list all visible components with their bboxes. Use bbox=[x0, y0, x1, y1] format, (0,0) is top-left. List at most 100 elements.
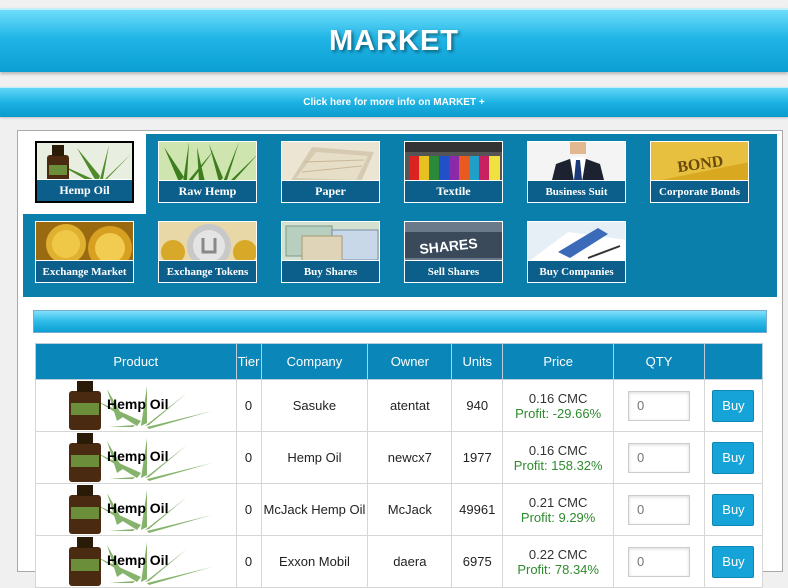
tier-cell: 0 bbox=[235, 535, 262, 588]
category-grid: Hemp Oil Raw Hemp Paper Textile Business… bbox=[23, 134, 777, 297]
price-cell: 0.16 CMC Profit: -29.66% bbox=[502, 379, 615, 432]
col-price: Price bbox=[502, 343, 615, 380]
table-row: Hemp Oil 0 McJack Hemp Oil McJack 49961 0.21 … bbox=[35, 483, 764, 536]
qty-cell bbox=[613, 431, 705, 484]
buy-button[interactable]: Buy bbox=[712, 441, 755, 474]
profit-value: Profit: -29.66% bbox=[515, 405, 602, 421]
category-corporate-bonds[interactable]: BOND Corporate Bonds bbox=[638, 134, 761, 214]
category-tile[interactable]: Business Suit bbox=[527, 141, 626, 203]
category-label: Hemp Oil bbox=[37, 179, 132, 201]
category-label: Corporate Bonds bbox=[651, 180, 748, 202]
category-tile[interactable]: Paper bbox=[281, 141, 380, 203]
category-buy-companies[interactable]: Buy Companies bbox=[515, 214, 638, 294]
product-cell: Hemp Oil bbox=[35, 483, 237, 536]
action-cell: Buy bbox=[703, 483, 764, 536]
info-bar: Click here for more info on MARKET + bbox=[0, 87, 788, 117]
col-tier: Tier bbox=[235, 343, 262, 380]
company-cell: Exxon Mobil bbox=[260, 535, 369, 588]
qty-cell bbox=[613, 483, 705, 536]
category-tile[interactable]: Exchange Market bbox=[35, 221, 134, 283]
action-cell: Buy bbox=[703, 535, 764, 588]
category-label: Exchange Market bbox=[36, 260, 133, 282]
category-tile[interactable]: Buy Companies bbox=[527, 221, 626, 283]
qty-input[interactable] bbox=[628, 494, 691, 525]
units-cell: 940 bbox=[451, 379, 504, 432]
tier-cell: 0 bbox=[235, 483, 262, 536]
price-value: 0.16 CMC bbox=[528, 390, 588, 406]
price-cell: 0.21 CMC Profit: 9.29% bbox=[502, 483, 615, 536]
product-cell: Hemp Oil bbox=[35, 431, 237, 484]
category-label: Business Suit bbox=[528, 180, 625, 202]
company-cell: Sasuke bbox=[260, 379, 369, 432]
qty-input[interactable] bbox=[628, 390, 691, 421]
category-tile[interactable]: Textile bbox=[404, 141, 503, 203]
company-cell: Hemp Oil bbox=[260, 431, 369, 484]
owner-cell: daera bbox=[367, 535, 453, 588]
category-tile[interactable]: Hemp Oil bbox=[35, 141, 134, 203]
category-label: Paper bbox=[282, 180, 379, 202]
market-table: Product Tier Company Owner Units Price Q… bbox=[35, 343, 764, 588]
category-tile[interactable]: SHARES Sell Shares bbox=[404, 221, 503, 283]
owner-cell: McJack bbox=[367, 483, 453, 536]
price-cell: 0.16 CMC Profit: 158.32% bbox=[502, 431, 615, 484]
product-name: Hemp Oil bbox=[107, 396, 169, 412]
action-cell: Buy bbox=[703, 379, 764, 432]
buy-button[interactable]: Buy bbox=[712, 389, 755, 422]
page-header: MARKET bbox=[0, 8, 788, 72]
col-product: Product bbox=[35, 343, 237, 380]
product-name: Hemp Oil bbox=[107, 552, 169, 568]
category-exchange-tokens[interactable]: Exchange Tokens bbox=[146, 214, 269, 294]
category-label: Raw Hemp bbox=[159, 180, 256, 202]
price-value: 0.22 CMC bbox=[528, 546, 588, 562]
action-cell: Buy bbox=[703, 431, 764, 484]
col-qty: QTY bbox=[613, 343, 705, 380]
price-value: 0.21 CMC bbox=[528, 494, 588, 510]
buy-button[interactable]: Buy bbox=[712, 493, 755, 526]
category-label: Buy Shares bbox=[282, 260, 379, 282]
qty-cell bbox=[613, 379, 705, 432]
category-buy-shares[interactable]: Buy Shares bbox=[269, 214, 392, 294]
category-business-suit[interactable]: Business Suit bbox=[515, 134, 638, 214]
units-cell: 6975 bbox=[451, 535, 504, 588]
table-row: Hemp Oil 0 Hemp Oil newcx7 1977 0.16 CMC Profi… bbox=[35, 431, 764, 484]
page-title: MARKET bbox=[328, 24, 460, 57]
col-owner: Owner bbox=[367, 343, 453, 380]
category-sell-shares[interactable]: SHARES Sell Shares bbox=[392, 214, 515, 294]
category-exchange-market[interactable]: Exchange Market bbox=[23, 214, 146, 294]
units-cell: 1977 bbox=[451, 431, 504, 484]
category-tile[interactable]: Buy Shares bbox=[281, 221, 380, 283]
tier-cell: 0 bbox=[235, 431, 262, 484]
tier-cell: 0 bbox=[235, 379, 262, 432]
category-label: Buy Companies bbox=[528, 260, 625, 282]
category-tile[interactable]: BOND Corporate Bonds bbox=[650, 141, 749, 203]
qty-cell bbox=[613, 535, 705, 588]
profit-value: Profit: 158.32% bbox=[513, 457, 603, 473]
category-label: Textile bbox=[405, 180, 502, 202]
col-company: Company bbox=[260, 343, 369, 380]
category-paper[interactable]: Paper bbox=[269, 134, 392, 214]
table-row: Hemp Oil 0 Sasuke atentat 940 0.16 CMC Profit:… bbox=[35, 379, 764, 432]
product-name: Hemp Oil bbox=[107, 500, 169, 516]
col-action bbox=[703, 343, 764, 380]
qty-input[interactable] bbox=[628, 546, 691, 577]
buy-button[interactable]: Buy bbox=[712, 545, 755, 578]
section-bar bbox=[33, 310, 767, 333]
category-label: Sell Shares bbox=[405, 260, 502, 282]
qty-input[interactable] bbox=[628, 442, 691, 473]
category-textile[interactable]: Textile bbox=[392, 134, 515, 214]
market-panel: Hemp Oil Raw Hemp Paper Textile Business… bbox=[17, 130, 783, 588]
more-info-link[interactable]: Click here for more info on MARKET + bbox=[303, 97, 484, 108]
profit-value: Profit: 78.34% bbox=[517, 561, 599, 577]
category-tile[interactable]: Raw Hemp bbox=[158, 141, 257, 203]
category-tile[interactable]: Exchange Tokens bbox=[158, 221, 257, 283]
company-cell: McJack Hemp Oil bbox=[260, 483, 369, 536]
owner-cell: atentat bbox=[367, 379, 453, 432]
product-cell: Hemp Oil bbox=[35, 535, 237, 588]
product-cell: Hemp Oil bbox=[35, 379, 237, 432]
category-raw-hemp[interactable]: Raw Hemp bbox=[146, 134, 269, 214]
category-hemp-oil[interactable]: Hemp Oil bbox=[23, 134, 146, 214]
product-name: Hemp Oil bbox=[107, 448, 169, 464]
col-units: Units bbox=[451, 343, 504, 380]
price-cell: 0.22 CMC Profit: 78.34% bbox=[502, 535, 615, 588]
owner-cell: newcx7 bbox=[367, 431, 453, 484]
